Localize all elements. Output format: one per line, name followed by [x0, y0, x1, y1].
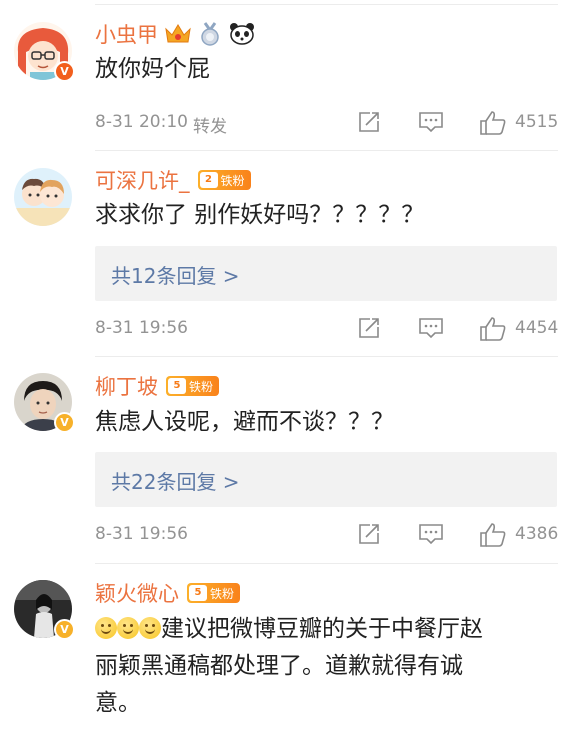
divider	[95, 356, 558, 357]
fan-level: 2	[199, 172, 218, 188]
fan-level: 5	[168, 378, 186, 394]
reply-summary[interactable]: 共12条回复 >	[95, 246, 557, 301]
avatar[interactable]: V	[14, 22, 75, 82]
verified-badge: V	[54, 412, 75, 433]
comment-meta: 8-31 19:56 4454	[95, 316, 558, 342]
comment-icon[interactable]	[418, 522, 444, 546]
avatar[interactable]	[14, 168, 72, 226]
comment-text: 焦虑人设呢，避而不谈？？？	[95, 409, 394, 435]
reply-count-link[interactable]: 共22条回复 >	[111, 466, 240, 495]
comment-text-line: 意。	[95, 690, 141, 716]
timestamp: 8-31 20:10	[95, 112, 188, 132]
like-icon[interactable]	[479, 110, 507, 136]
username[interactable]: 颖火微心	[95, 578, 179, 608]
timestamp: 8-31 19:56	[95, 524, 188, 544]
divider	[95, 4, 558, 5]
reply-summary[interactable]: 共22条回复 >	[95, 452, 557, 507]
verified-badge: V	[54, 619, 75, 640]
fan-badge: 2 铁粉	[197, 170, 251, 190]
panda-icon	[230, 23, 254, 45]
avatar-image	[14, 168, 72, 226]
comment-text-line: 建议把微博豆瓣的关于中餐厅赵	[95, 616, 483, 642]
like-count: 4454	[515, 318, 559, 338]
share-icon[interactable]	[357, 316, 381, 340]
smile-emoji	[139, 617, 161, 639]
comment-text-part: 建议把微博豆瓣的关于中餐厅赵	[161, 616, 483, 642]
comment-text: 建议把微博豆瓣的关于中餐厅赵 丽颖黑通稿都处理了。道歉就得有诚 意。	[95, 611, 556, 722]
fan-badge: 5 铁粉	[166, 376, 220, 396]
fan-badge: 5 铁粉	[187, 583, 241, 603]
medal-icon	[201, 22, 219, 46]
repost-link[interactable]: 转发	[193, 112, 227, 137]
fan-label: 铁粉	[189, 379, 214, 394]
smile-emoji	[117, 617, 139, 639]
username[interactable]: 可深几许_	[95, 165, 190, 195]
timestamp: 8-31 19:56	[95, 318, 188, 338]
username[interactable]: 柳丁坡	[95, 371, 158, 401]
smile-emoji	[95, 617, 117, 639]
like-icon[interactable]	[479, 316, 507, 342]
username-row: 可深几许_ 2 铁粉	[95, 166, 251, 194]
divider	[95, 563, 558, 564]
username-row: 小虫甲	[95, 20, 256, 48]
avatar[interactable]: V	[14, 580, 75, 640]
divider	[95, 150, 558, 151]
comment-meta: 8-31 19:56 4386	[95, 522, 558, 548]
comment-icon[interactable]	[418, 110, 444, 134]
like-icon[interactable]	[479, 522, 507, 548]
comment-text: 求求你了 别作妖好吗？？？？？	[95, 202, 425, 228]
like-count: 4515	[515, 112, 559, 132]
verified-badge: V	[54, 61, 75, 82]
comment-text-line: 丽颖黑通稿都处理了。道歉就得有诚	[95, 653, 463, 679]
share-icon[interactable]	[357, 522, 381, 546]
fan-label: 铁粉	[220, 173, 245, 188]
fan-label: 铁粉	[210, 586, 235, 601]
crown-icon	[165, 24, 191, 43]
username-row: 柳丁坡 5 铁粉	[95, 371, 220, 401]
comment-text: 放你妈个屁	[95, 56, 210, 82]
comment-meta: 8-31 20:10 转发 4515	[95, 110, 559, 137]
fan-level: 5	[189, 585, 207, 601]
reply-count-link[interactable]: 共12条回复 >	[111, 260, 240, 289]
username-row: 颖火微心 5 铁粉	[95, 578, 241, 608]
like-count: 4386	[515, 524, 559, 544]
avatar[interactable]: V	[14, 373, 75, 433]
username[interactable]: 小虫甲	[95, 19, 158, 49]
share-icon[interactable]	[357, 110, 381, 134]
comment-icon[interactable]	[418, 316, 444, 340]
